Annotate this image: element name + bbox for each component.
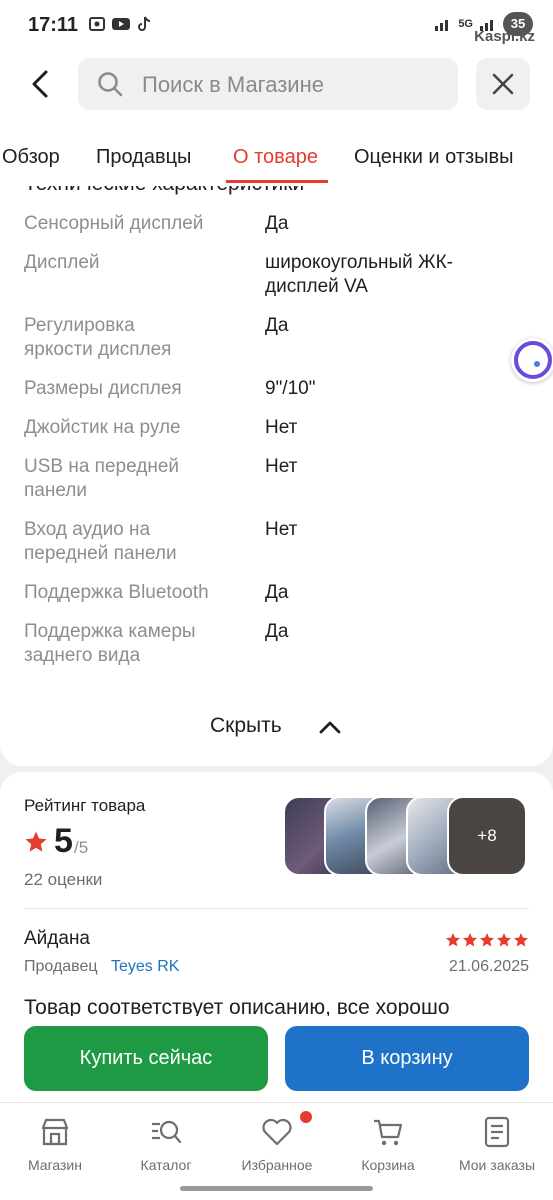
spec-value: Нет bbox=[265, 519, 298, 540]
nav-item-catalog[interactable]: Каталог bbox=[116, 1115, 216, 1173]
star-icon bbox=[480, 933, 494, 947]
spec-value: Да bbox=[265, 621, 289, 642]
spec-label: Регулировка яркости дисплея bbox=[24, 315, 172, 360]
store-icon bbox=[41, 1118, 69, 1146]
spec-label: Джойстик на руле bbox=[24, 417, 181, 438]
nav-item-cart[interactable]: Корзина bbox=[338, 1115, 438, 1173]
active-tab-indicator bbox=[226, 180, 328, 183]
assistant-bubble[interactable] bbox=[511, 338, 553, 382]
review-date: 21.06.2025 bbox=[448, 958, 529, 975]
clear-search-button[interactable] bbox=[476, 58, 530, 110]
seller-prefix: Продавец bbox=[24, 958, 98, 975]
heart-icon bbox=[262, 1118, 292, 1146]
add-to-cart-button[interactable]: В корзину bbox=[285, 1026, 529, 1091]
header: Поиск в Магазине bbox=[0, 50, 553, 122]
tab-about-product[interactable]: О товаре bbox=[233, 146, 318, 169]
nav-label: Мои заказы bbox=[458, 1157, 536, 1173]
catalog-search-icon bbox=[152, 1120, 182, 1144]
screenshot-icon bbox=[89, 17, 105, 31]
nav-label: Каталог bbox=[140, 1157, 192, 1173]
rating-value: 5 bbox=[54, 822, 73, 860]
orders-icon bbox=[484, 1116, 510, 1148]
star-icon bbox=[514, 933, 528, 947]
nav-item-orders[interactable]: Мои заказы bbox=[447, 1115, 547, 1173]
spec-value: широкоугольный ЖК-дисплей VA bbox=[265, 252, 453, 297]
spec-value: Нет bbox=[265, 417, 298, 438]
tab-sellers[interactable]: Продавцы bbox=[96, 146, 191, 169]
buy-now-button[interactable]: Купить сейчас bbox=[24, 1026, 268, 1091]
nav-label: Корзина bbox=[361, 1157, 415, 1173]
search-placeholder: Поиск в Магазине bbox=[142, 72, 324, 97]
spec-label: Размеры дисплея bbox=[24, 378, 182, 399]
spec-value: Нет bbox=[265, 456, 298, 477]
spec-label: Поддержка Bluetooth bbox=[24, 582, 209, 603]
hide-specs-button[interactable]: Скрыть bbox=[210, 714, 282, 738]
specs-card: Технические характеристики Сенсорный дис… bbox=[0, 186, 553, 766]
more-photos-button[interactable]: +8 bbox=[447, 796, 527, 876]
back-arrow-icon[interactable] bbox=[24, 66, 60, 102]
status-time: 17:11 bbox=[28, 14, 79, 36]
status-bar: 17:11 5G 35 Kaspi.kz bbox=[0, 0, 553, 50]
cart-icon bbox=[374, 1119, 403, 1146]
spec-label: Дисплей bbox=[24, 252, 100, 273]
rating-max: /5 bbox=[74, 838, 89, 857]
notification-icons bbox=[88, 16, 154, 32]
star-icon bbox=[446, 933, 460, 947]
home-indicator[interactable] bbox=[180, 1186, 373, 1191]
search-input[interactable]: Поиск в Магазине bbox=[78, 58, 458, 110]
spec-value: Да bbox=[265, 213, 289, 234]
seller-link[interactable]: Teyes RK bbox=[111, 958, 179, 976]
spec-value: Да bbox=[265, 582, 289, 603]
kaspi-watermark: Kaspi.kz bbox=[474, 28, 535, 45]
nav-label: Избранное bbox=[241, 1157, 313, 1173]
chevron-up-icon[interactable] bbox=[318, 718, 342, 736]
close-icon bbox=[492, 73, 514, 95]
spec-label: Вход аудио на передней панели bbox=[24, 519, 177, 564]
spec-value: Да bbox=[265, 315, 289, 336]
signal-icon bbox=[435, 20, 449, 31]
review-photos[interactable]: +8 bbox=[283, 796, 529, 876]
spec-label: USB на передней панели bbox=[24, 456, 180, 501]
nav-label: Магазин bbox=[27, 1157, 82, 1173]
divider bbox=[24, 908, 529, 909]
nav-item-favorites[interactable]: Избранное bbox=[227, 1115, 327, 1173]
spec-value: 9"/10" bbox=[265, 378, 316, 399]
spec-label: Сенсорный дисплей bbox=[24, 213, 204, 234]
tab-reviews[interactable]: Оценки и отзывы bbox=[354, 146, 514, 169]
favorites-notification-dot bbox=[300, 1111, 312, 1123]
review-author: Айдана bbox=[24, 928, 90, 949]
spec-label: Поддержка камеры заднего вида bbox=[24, 621, 196, 666]
rating-title: Рейтинг товара bbox=[24, 796, 146, 815]
tiktok-icon bbox=[138, 16, 151, 31]
network-label: 5G bbox=[458, 18, 473, 30]
review-stars bbox=[445, 932, 529, 948]
youtube-icon bbox=[112, 18, 130, 30]
assistant-icon bbox=[514, 341, 552, 379]
product-tabs: Обзор Продавцы О товаре Оценки и отзывы bbox=[0, 122, 553, 186]
star-icon bbox=[25, 831, 47, 852]
specs-heading: Технические характеристики bbox=[24, 186, 304, 196]
tab-overview[interactable]: Обзор bbox=[2, 146, 60, 169]
action-bar: Купить сейчас В корзину bbox=[0, 1016, 553, 1102]
star-icon bbox=[497, 933, 511, 947]
nav-item-store[interactable]: Магазин bbox=[5, 1115, 105, 1173]
search-icon bbox=[98, 72, 123, 97]
star-icon bbox=[463, 933, 477, 947]
rating-count: 22 оценки bbox=[24, 870, 103, 889]
